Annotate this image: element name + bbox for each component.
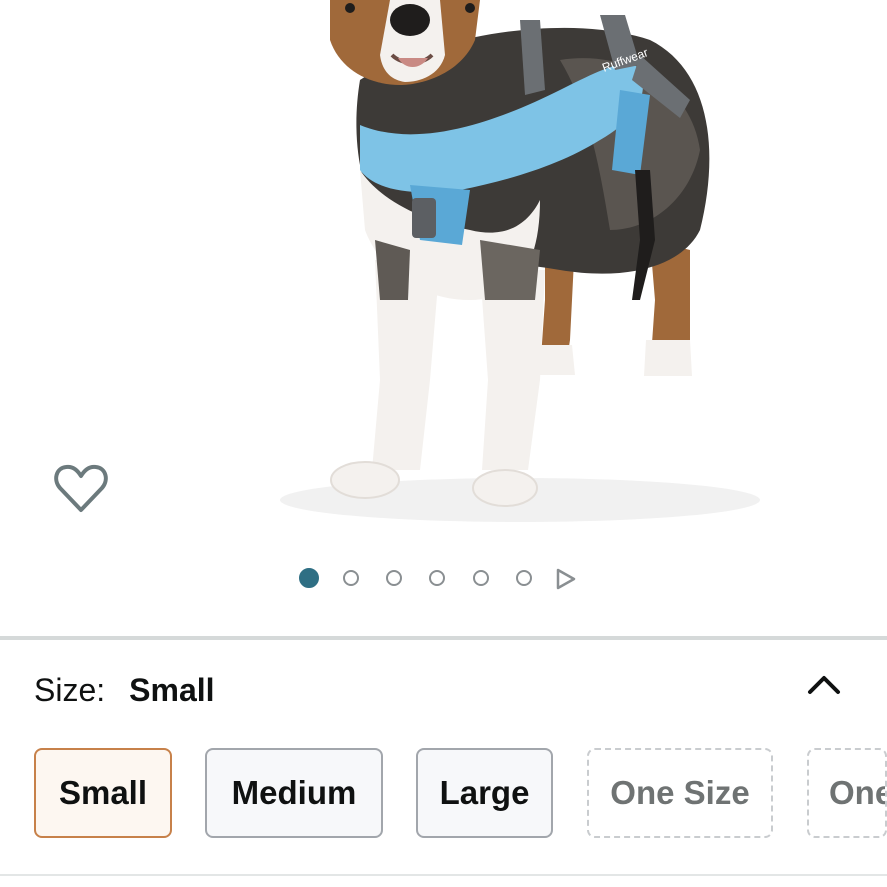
size-options: Small Medium Large One Size One [0, 748, 887, 840]
size-option-label: Large [439, 774, 530, 811]
size-option-label: Small [58, 774, 148, 811]
size-option-label: One [829, 774, 887, 811]
size-option-medium[interactable]: Medium [205, 748, 383, 838]
bottom-divider [0, 874, 887, 876]
size-option-label: One Size [610, 774, 750, 811]
section-divider [0, 636, 887, 640]
size-label: Size: [34, 671, 106, 708]
size-option-label: Medium [231, 774, 357, 811]
size-header: Size: Small [34, 668, 215, 712]
play-triangle-icon[interactable] [554, 568, 578, 590]
carousel-dot-2[interactable] [343, 570, 359, 586]
size-option-small[interactable]: Small [34, 748, 172, 838]
product-image[interactable]: Ruffwear [0, 0, 887, 540]
size-option-large[interactable]: Large [416, 748, 553, 838]
selected-size-value: Small [129, 671, 215, 708]
carousel-dot-5[interactable] [473, 570, 489, 586]
size-option-one-size[interactable]: One Size [587, 748, 773, 838]
heart-outline-icon [54, 464, 108, 512]
carousel-dot-6[interactable] [516, 570, 532, 586]
size-option-one-partial[interactable]: One [807, 748, 887, 838]
carousel-dot-3[interactable] [386, 570, 402, 586]
chevron-up-icon[interactable] [804, 666, 844, 702]
wishlist-button[interactable] [52, 460, 110, 516]
carousel-dot-4[interactable] [429, 570, 445, 586]
image-carousel-indicators [0, 566, 887, 592]
dog-harness-photo: Ruffwear [280, 0, 760, 522]
carousel-dot-1[interactable] [299, 568, 319, 588]
